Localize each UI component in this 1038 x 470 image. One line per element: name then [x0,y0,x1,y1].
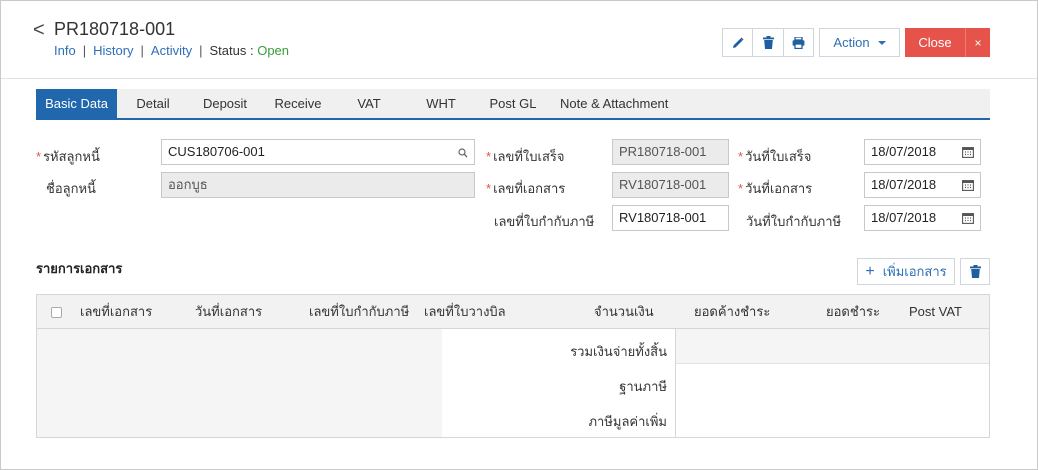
nav-separator: | [82,43,87,58]
trash-icon [969,265,981,278]
debtor-name-label: ชื่อลูกหนี้ [46,181,96,196]
required-mark: * [738,181,744,196]
debtor-code-label: * รหัสลูกหนี้ [36,146,100,167]
pencil-icon [732,37,743,48]
page-title: PR180718-001 [54,19,176,39]
print-button[interactable] [783,28,814,57]
debtor-name-field: ออกบูธ [161,172,475,198]
tax-invoice-no-value: RV180718-001 [619,210,707,225]
documents-table: เลขที่เอกสาร วันที่เอกสาร เลขที่ใบกำกับภ… [36,294,990,438]
action-label: Action [833,35,870,50]
search-icon[interactable] [458,148,468,158]
tab-wht[interactable]: WHT [421,89,461,118]
column-header-amount[interactable]: จำนวนเงิน [594,295,654,329]
column-header-outstanding[interactable]: ยอดค้างชำระ [694,295,770,329]
tab-deposit[interactable]: Deposit [198,89,252,118]
receipt-date-input[interactable]: 18/07/2018 [864,139,981,165]
status-label: Status [209,43,247,58]
calendar-icon[interactable] [962,146,974,158]
column-header-post-vat[interactable]: Post VAT [909,295,962,329]
plus-icon: + [865,262,875,280]
status-colon: : [249,43,254,58]
column-header-paid[interactable]: ยอดชำระ [826,295,880,329]
tax-invoice-date-label: วันที่ใบกำกับภาษี [746,214,842,229]
column-header-tax-invoice-no[interactable]: เลขที่ใบกำกับภาษี [309,295,409,329]
tax-base-label: ฐานภาษี [619,379,667,394]
tab-vat[interactable]: VAT [351,89,387,118]
activity-link[interactable]: Activity [151,43,192,58]
column-header-doc-date[interactable]: วันที่เอกสาร [195,295,262,329]
receipt-no-value: PR180718-001 [619,144,707,159]
required-mark: * [486,149,492,164]
action-dropdown-button[interactable]: Action [819,28,900,57]
history-link[interactable]: History [93,43,133,58]
required-mark: * [738,149,744,164]
summary-total-cell [676,329,989,364]
add-document-label: เพิ่มเอกสาร [882,264,947,279]
close-x-icon[interactable]: × [965,28,990,57]
info-link[interactable]: Info [54,43,76,58]
header-divider [1,78,1037,79]
tab-post-gl[interactable]: Post GL [488,89,538,118]
delete-document-button[interactable] [960,258,990,285]
status-value: Open [257,43,290,58]
close-button[interactable]: Close [905,28,965,57]
tab-detail[interactable]: Detail [127,89,179,118]
tax-invoice-no-label: เลขที่ใบกำกับภาษี [494,214,595,229]
tab-basic-data[interactable]: Basic Data [36,89,117,118]
doc-no-label-text: เลขที่เอกสาร [493,181,566,196]
caret-down-icon [877,40,886,45]
select-all-checkbox[interactable] [51,307,62,318]
column-header-billing-no[interactable]: เลขที่ใบวางบิล [424,295,506,329]
total-payment-label: รวมเงินจ่ายทั้งสิ้น [570,344,667,359]
summary-divider [675,329,676,437]
doc-date-input[interactable]: 18/07/2018 [864,172,981,198]
debtor-code-label-text: รหัสลูกหนี้ [43,149,100,164]
table-header: เลขที่เอกสาร วันที่เอกสาร เลขที่ใบกำกับภ… [37,295,989,329]
sub-navigation: Info | History | Activity | Status : Open [54,43,289,58]
tab-receive[interactable]: Receive [271,89,325,118]
trash-icon [762,36,774,49]
nav-separator: | [140,43,144,58]
required-mark: * [36,149,42,164]
table-empty-area [37,329,442,437]
delete-button[interactable] [752,28,784,57]
column-header-doc-no[interactable]: เลขที่เอกสาร [80,295,152,329]
tab-bar: Basic Data Detail Deposit Receive VAT WH… [36,89,990,120]
doc-date-label-text: วันที่เอกสาร [745,181,813,196]
add-document-button[interactable]: + เพิ่มเอกสาร [857,258,955,285]
tax-invoice-date-value: 18/07/2018 [871,210,937,225]
receipt-date-label: * วันที่ใบเสร็จ [738,146,811,167]
debtor-code-input[interactable]: CUS180706-001 [161,139,475,165]
doc-date-value: 18/07/2018 [871,177,937,192]
close-label: Close [918,35,952,50]
nav-separator: | [199,43,203,58]
vat-label: ภาษีมูลค่าเพิ่ม [588,414,667,429]
receipt-no-label-text: เลขที่ใบเสร็จ [493,149,565,164]
receipt-date-label-text: วันที่ใบเสร็จ [745,149,812,164]
calendar-icon[interactable] [962,212,974,224]
printer-icon [792,36,805,49]
tab-note-attachment[interactable]: Note & Attachment [560,89,668,118]
edit-button[interactable] [722,28,753,57]
documents-section-title: รายการเอกสาร [36,261,123,276]
calendar-icon[interactable] [962,179,974,191]
receipt-no-label: * เลขที่ใบเสร็จ [486,146,565,167]
doc-date-label: * วันที่เอกสาร [738,178,812,199]
tax-invoice-date-input[interactable]: 18/07/2018 [864,205,981,231]
doc-no-value: RV180718-001 [619,177,707,192]
back-chevron-icon[interactable]: < [33,20,45,40]
receipt-no-field: PR180718-001 [612,139,729,165]
debtor-name-value: ออกบูธ [168,177,208,192]
receipt-date-value: 18/07/2018 [871,144,937,159]
required-mark: * [486,181,492,196]
doc-no-label: * เลขที่เอกสาร [486,178,565,199]
debtor-code-value: CUS180706-001 [168,144,265,159]
doc-no-field: RV180718-001 [612,172,729,198]
tax-invoice-no-input[interactable]: RV180718-001 [612,205,729,231]
